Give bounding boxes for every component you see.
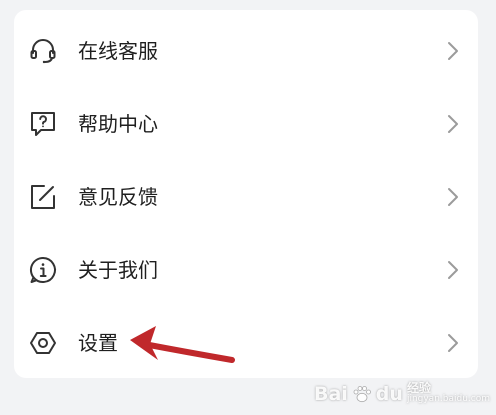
menu-item-label: 关于我们 <box>78 258 158 282</box>
chevron-right-icon <box>446 186 460 208</box>
menu-item-label: 意见反馈 <box>78 185 158 209</box>
menu-card: 在线客服 帮助中心 意见反馈 关于我们 设置 <box>14 10 478 378</box>
baidu-paw-logo-icon <box>353 386 371 403</box>
menu-item-about-us[interactable]: 关于我们 <box>14 233 478 305</box>
menu-item-label: 设置 <box>78 331 118 355</box>
chevron-right-icon <box>446 113 460 135</box>
screen: 在线客服 帮助中心 意见反馈 关于我们 设置 Bai du 经验 jingyan… <box>0 0 496 415</box>
menu-item-help-center[interactable]: 帮助中心 <box>14 87 478 159</box>
feedback-edit-icon <box>28 182 58 212</box>
watermark-url: jingyan.baidu.com <box>406 394 490 404</box>
menu-item-settings[interactable]: 设置 <box>14 306 478 378</box>
chevron-right-icon <box>446 40 460 62</box>
chevron-right-icon <box>446 259 460 281</box>
watermark-text: 经验 jingyan.baidu.com <box>406 381 490 405</box>
watermark-brand: Bai <box>313 383 348 405</box>
help-question-icon <box>28 109 58 139</box>
headset-icon <box>28 36 58 66</box>
baidu-jingyan-watermark: Bai du 经验 jingyan.baidu.com <box>314 377 490 411</box>
settings-hexagon-icon <box>28 328 58 358</box>
watermark-brand-suffix: du <box>375 383 403 405</box>
menu-item-feedback[interactable]: 意见反馈 <box>14 160 478 232</box>
menu-item-label: 帮助中心 <box>78 112 158 136</box>
watermark-cn: 经验 <box>406 381 431 395</box>
menu-item-label: 在线客服 <box>78 39 158 63</box>
info-icon <box>28 255 58 285</box>
menu-item-online-service[interactable]: 在线客服 <box>14 14 478 86</box>
chevron-right-icon <box>446 332 460 354</box>
